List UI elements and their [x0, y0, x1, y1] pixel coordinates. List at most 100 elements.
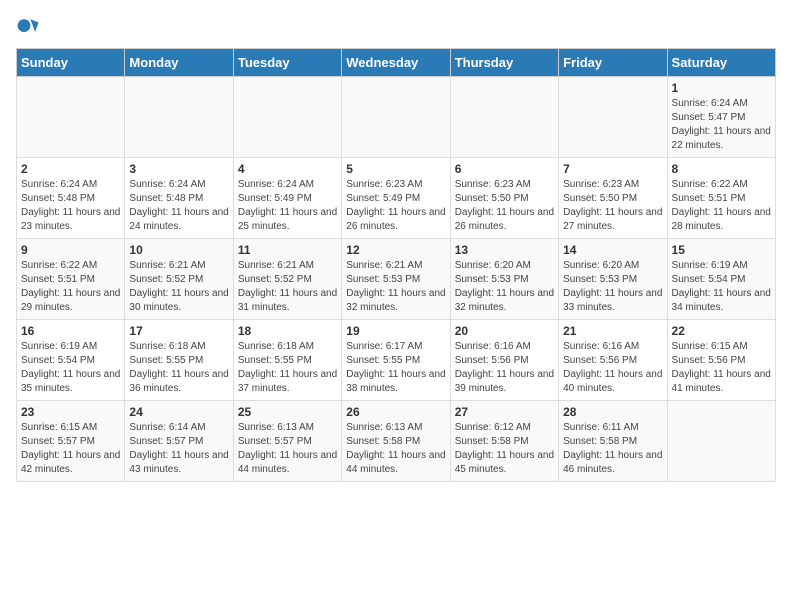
cell-info: Sunrise: 6:20 AM Sunset: 5:53 PM Dayligh… — [455, 259, 554, 315]
weekday-header-sunday: Sunday — [17, 49, 125, 77]
weekday-header-saturday: Saturday — [667, 49, 775, 77]
calendar-cell — [667, 401, 775, 482]
day-number: 18 — [238, 324, 337, 338]
cell-info: Sunrise: 6:13 AM Sunset: 5:58 PM Dayligh… — [346, 421, 445, 477]
calendar-cell: 3Sunrise: 6:24 AM Sunset: 5:48 PM Daylig… — [125, 158, 233, 239]
day-number: 23 — [21, 405, 120, 419]
calendar-cell: 5 Sunrise: 6:23 AM Sunset: 5:49 PM Daylig… — [342, 158, 450, 239]
cell-info: Sunrise: 6:21 AM Sunset: 5:52 PM Dayligh… — [129, 259, 228, 315]
cell-info: Sunrise: 6:11 AM Sunset: 5:58 PM Dayligh… — [563, 421, 662, 477]
cell-info: Sunrise: 6:21 AM Sunset: 5:52 PM Dayligh… — [238, 259, 337, 315]
calendar-week-row: 16 Sunrise: 6:19 AM Sunset: 5:54 PM Dayli… — [17, 320, 776, 401]
calendar-cell: 8 Sunrise: 6:22 AM Sunset: 5:51 PM Daylig… — [667, 158, 775, 239]
day-number: 8 — [672, 162, 771, 176]
weekday-header-tuesday: Tuesday — [233, 49, 341, 77]
day-number: 15 — [672, 243, 771, 257]
calendar-cell: 19Sunrise: 6:17 AM Sunset: 5:55 PM Dayli… — [342, 320, 450, 401]
day-number: 28 — [563, 405, 662, 419]
cell-info: Sunrise: 6:13 AM Sunset: 5:57 PM Dayligh… — [238, 421, 337, 477]
calendar-cell: 9 Sunrise: 6:22 AM Sunset: 5:51 PM Daylig… — [17, 239, 125, 320]
calendar-cell: 23 Sunrise: 6:15 AM Sunset: 5:57 PM Dayli… — [17, 401, 125, 482]
day-number: 20 — [455, 324, 554, 338]
calendar-cell: 13 Sunrise: 6:20 AM Sunset: 5:53 PM Dayli… — [450, 239, 558, 320]
cell-info: Sunrise: 6:18 AM Sunset: 5:55 PM Dayligh… — [129, 340, 228, 396]
calendar-cell: 4 Sunrise: 6:24 AM Sunset: 5:49 PM Daylig… — [233, 158, 341, 239]
calendar-week-row: 1 Sunrise: 6:24 AM Sunset: 5:47 PM Daylig… — [17, 77, 776, 158]
weekday-header-thursday: Thursday — [450, 49, 558, 77]
day-number: 6 — [455, 162, 554, 176]
calendar-cell: 15 Sunrise: 6:19 AM Sunset: 5:54 PM Dayli… — [667, 239, 775, 320]
calendar-cell: 17Sunrise: 6:18 AM Sunset: 5:55 PM Dayli… — [125, 320, 233, 401]
calendar-cell: 6 Sunrise: 6:23 AM Sunset: 5:50 PM Daylig… — [450, 158, 558, 239]
calendar-table: SundayMondayTuesdayWednesdayThursdayFrid… — [16, 48, 776, 482]
cell-info: Sunrise: 6:16 AM Sunset: 5:56 PM Dayligh… — [455, 340, 554, 396]
cell-info: Sunrise: 6:15 AM Sunset: 5:56 PM Dayligh… — [672, 340, 771, 396]
day-number: 10 — [129, 243, 228, 257]
calendar-week-row: 2Sunrise: 6:24 AM Sunset: 5:48 PM Daylig… — [17, 158, 776, 239]
calendar-cell: 2Sunrise: 6:24 AM Sunset: 5:48 PM Daylig… — [17, 158, 125, 239]
calendar-cell: 7 Sunrise: 6:23 AM Sunset: 5:50 PM Daylig… — [559, 158, 667, 239]
day-number: 21 — [563, 324, 662, 338]
day-number: 13 — [455, 243, 554, 257]
day-number: 12 — [346, 243, 445, 257]
calendar-cell — [17, 77, 125, 158]
day-number: 7 — [563, 162, 662, 176]
calendar-cell: 21 Sunrise: 6:16 AM Sunset: 5:56 PM Dayli… — [559, 320, 667, 401]
calendar-cell — [233, 77, 341, 158]
calendar-cell — [559, 77, 667, 158]
cell-info: Sunrise: 6:16 AM Sunset: 5:56 PM Dayligh… — [563, 340, 662, 396]
weekday-header-row: SundayMondayTuesdayWednesdayThursdayFrid… — [17, 49, 776, 77]
day-number: 14 — [563, 243, 662, 257]
cell-info: Sunrise: 6:24 AM Sunset: 5:49 PM Dayligh… — [238, 178, 337, 234]
calendar-week-row: 9 Sunrise: 6:22 AM Sunset: 5:51 PM Daylig… — [17, 239, 776, 320]
calendar-cell: 20 Sunrise: 6:16 AM Sunset: 5:56 PM Dayli… — [450, 320, 558, 401]
calendar-cell: 28 Sunrise: 6:11 AM Sunset: 5:58 PM Dayli… — [559, 401, 667, 482]
cell-info: Sunrise: 6:17 AM Sunset: 5:55 PM Dayligh… — [346, 340, 445, 396]
calendar-cell: 24 Sunrise: 6:14 AM Sunset: 5:57 PM Dayli… — [125, 401, 233, 482]
page-header — [16, 16, 776, 40]
weekday-header-wednesday: Wednesday — [342, 49, 450, 77]
day-number: 25 — [238, 405, 337, 419]
day-number: 16 — [21, 324, 120, 338]
calendar-cell: 26 Sunrise: 6:13 AM Sunset: 5:58 PM Dayli… — [342, 401, 450, 482]
day-number: 4 — [238, 162, 337, 176]
cell-info: Sunrise: 6:15 AM Sunset: 5:57 PM Dayligh… — [21, 421, 120, 477]
day-number: 24 — [129, 405, 228, 419]
weekday-header-friday: Friday — [559, 49, 667, 77]
calendar-cell — [125, 77, 233, 158]
calendar-cell: 12 Sunrise: 6:21 AM Sunset: 5:53 PM Dayli… — [342, 239, 450, 320]
cell-info: Sunrise: 6:24 AM Sunset: 5:47 PM Dayligh… — [672, 97, 771, 153]
calendar-cell: 18 Sunrise: 6:18 AM Sunset: 5:55 PM Dayli… — [233, 320, 341, 401]
cell-info: Sunrise: 6:14 AM Sunset: 5:57 PM Dayligh… — [129, 421, 228, 477]
calendar-cell: 10 Sunrise: 6:21 AM Sunset: 5:52 PM Dayli… — [125, 239, 233, 320]
calendar-cell: 25 Sunrise: 6:13 AM Sunset: 5:57 PM Dayli… — [233, 401, 341, 482]
weekday-header-monday: Monday — [125, 49, 233, 77]
calendar-week-row: 23 Sunrise: 6:15 AM Sunset: 5:57 PM Dayli… — [17, 401, 776, 482]
day-number: 9 — [21, 243, 120, 257]
calendar-cell — [342, 77, 450, 158]
calendar-cell: 14Sunrise: 6:20 AM Sunset: 5:53 PM Dayli… — [559, 239, 667, 320]
cell-info: Sunrise: 6:22 AM Sunset: 5:51 PM Dayligh… — [672, 178, 771, 234]
cell-info: Sunrise: 6:19 AM Sunset: 5:54 PM Dayligh… — [21, 340, 120, 396]
day-number: 22 — [672, 324, 771, 338]
calendar-cell: 11 Sunrise: 6:21 AM Sunset: 5:52 PM Dayli… — [233, 239, 341, 320]
logo — [16, 16, 44, 40]
day-number: 1 — [672, 81, 771, 95]
day-number: 5 — [346, 162, 445, 176]
day-number: 11 — [238, 243, 337, 257]
cell-info: Sunrise: 6:21 AM Sunset: 5:53 PM Dayligh… — [346, 259, 445, 315]
calendar-cell: 1 Sunrise: 6:24 AM Sunset: 5:47 PM Daylig… — [667, 77, 775, 158]
day-number: 26 — [346, 405, 445, 419]
day-number: 27 — [455, 405, 554, 419]
calendar-cell: 27 Sunrise: 6:12 AM Sunset: 5:58 PM Dayli… — [450, 401, 558, 482]
calendar-cell: 22 Sunrise: 6:15 AM Sunset: 5:56 PM Dayli… — [667, 320, 775, 401]
logo-icon — [16, 16, 40, 40]
cell-info: Sunrise: 6:23 AM Sunset: 5:50 PM Dayligh… — [563, 178, 662, 234]
cell-info: Sunrise: 6:12 AM Sunset: 5:58 PM Dayligh… — [455, 421, 554, 477]
calendar-cell: 16 Sunrise: 6:19 AM Sunset: 5:54 PM Dayli… — [17, 320, 125, 401]
cell-info: Sunrise: 6:22 AM Sunset: 5:51 PM Dayligh… — [21, 259, 120, 315]
cell-info: Sunrise: 6:18 AM Sunset: 5:55 PM Dayligh… — [238, 340, 337, 396]
cell-info: Sunrise: 6:19 AM Sunset: 5:54 PM Dayligh… — [672, 259, 771, 315]
cell-info: Sunrise: 6:23 AM Sunset: 5:49 PM Dayligh… — [346, 178, 445, 234]
cell-info: Sunrise: 6:23 AM Sunset: 5:50 PM Dayligh… — [455, 178, 554, 234]
